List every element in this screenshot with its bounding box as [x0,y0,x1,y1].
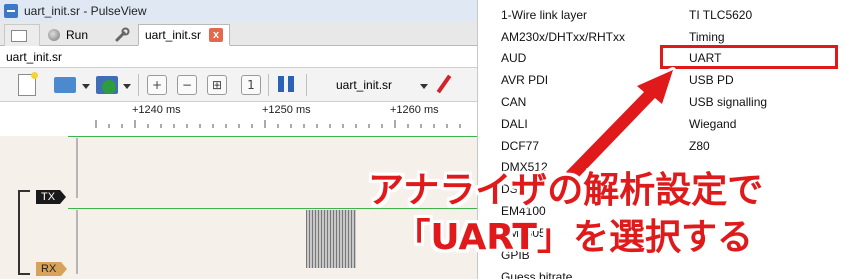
decoder-item[interactable]: AUD [501,51,526,65]
channel-group-bracket [18,190,30,275]
main-toolbar: + − ⊞ 1 uart_init.sr [0,68,477,102]
run-label: Run [66,28,89,42]
title-bar: uart_init.sr - PulseView [0,0,477,22]
chevron-down-icon[interactable] [420,84,428,89]
toolbar-divider [138,74,139,96]
annotation-line-1: アナライザの解析設定で [368,170,764,211]
zoom-fit-icon[interactable]: ⊞ [207,75,227,95]
decoder-item[interactable]: CAN [501,95,526,109]
new-session-icon[interactable] [18,72,38,96]
tab-overview[interactable] [4,24,40,46]
channel-label-rx[interactable]: RX [36,262,68,276]
decoder-item[interactable]: Wiegand [689,117,736,131]
decoder-item[interactable]: AM230x/DHTxx/RHTxx [501,30,625,44]
window-title: uart_init.sr - PulseView [24,4,147,18]
decoder-item[interactable]: Z80 [689,139,710,153]
probe-icon[interactable] [436,74,452,94]
settings-tool-button[interactable] [108,24,136,46]
tx-trace-high [68,136,477,137]
wrench-icon [115,27,130,42]
rx-signal-burst [306,210,356,268]
zoom-out-icon[interactable]: − [177,75,197,95]
decoder-item[interactable]: USB signalling [689,95,767,109]
window-icon [11,29,27,42]
ruler-ticks [95,120,461,128]
decoder-item[interactable]: DALI [501,117,528,131]
tab-bar: Run uart_init.sr x [0,22,477,46]
decoder-item[interactable]: Guess bitrate [501,270,572,279]
run-icon [48,29,60,41]
time-ruler: +1240 ms +1250 ms +1260 ms [0,102,477,136]
chevron-down-icon[interactable] [123,84,131,89]
rx-trace-edge [76,210,78,274]
open-file-icon[interactable] [54,77,76,93]
chevron-down-icon[interactable] [82,84,90,89]
toolbar-divider [306,74,307,96]
toolbar-divider [268,74,269,96]
annotation-line-2: 「UART」を選択する [394,217,753,258]
decoder-item[interactable]: DCF77 [501,139,539,153]
tab-uart-init[interactable]: uart_init.sr x [138,24,230,46]
session-selector[interactable]: uart_init.sr [336,75,418,95]
save-icon[interactable] [96,76,118,94]
zoom-in-icon[interactable]: + [147,75,167,95]
pulseview-app-icon [4,4,18,18]
cursor-icon[interactable] [276,74,298,96]
annotation-caption: アナライザの解析設定で 「UART」を選択する [368,168,763,262]
tab-file-label: uart_init.sr [145,28,202,42]
uart-highlight-box [660,45,838,69]
decoder-item[interactable]: AVR PDI [501,73,548,87]
decoder-item[interactable]: Timing [689,30,725,44]
tx-trace-edge [76,138,78,198]
close-icon[interactable]: x [209,28,223,42]
channel-label-tx[interactable]: TX [36,190,67,204]
decoder-item[interactable]: 1-Wire link layer [501,8,587,22]
session-label: uart_init.sr [0,46,477,68]
zoom-one-to-one-icon[interactable]: 1 [241,75,261,95]
decoder-item[interactable]: USB PD [689,73,734,87]
decoder-item[interactable]: TI TLC5620 [689,8,752,22]
run-button[interactable]: Run [42,24,106,46]
